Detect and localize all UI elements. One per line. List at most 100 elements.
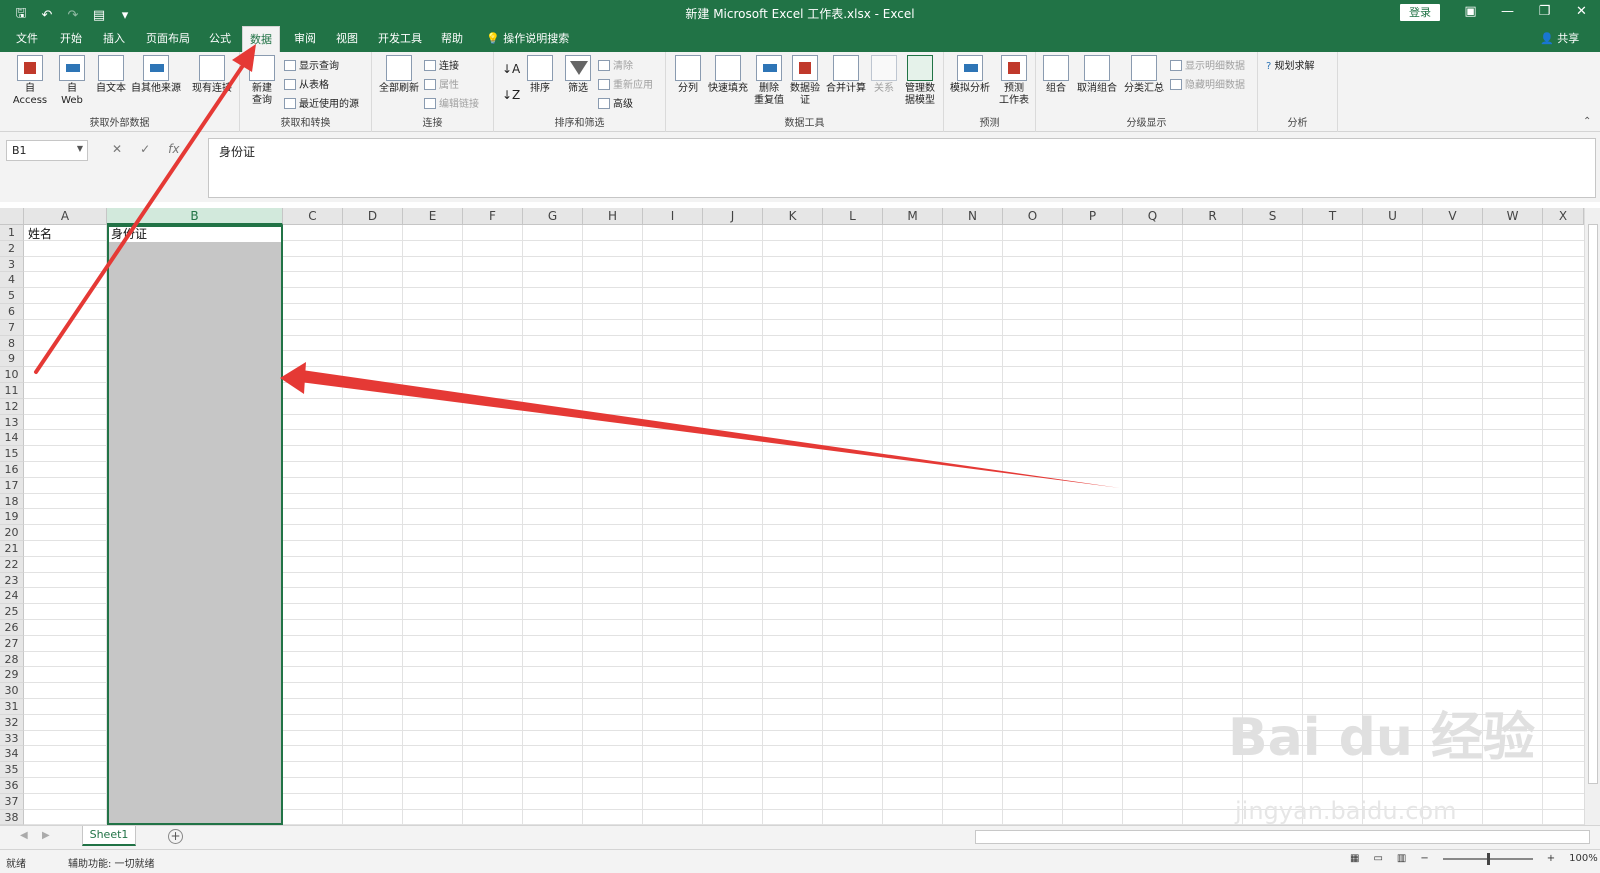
row-header-35[interactable]: 35 [0,762,24,778]
tab-data[interactable]: 数据 [242,26,280,52]
tab-file[interactable]: 文件 [14,26,40,52]
enter-icon[interactable]: ✓ [140,142,150,156]
from-web-button[interactable]: 自 Web [56,55,88,107]
row-header-15[interactable]: 15 [0,446,24,462]
data-validation-button[interactable]: 数据验 证 [788,55,822,107]
reapply-button[interactable]: 重新应用 [598,76,653,91]
row-header-38[interactable]: 38 [0,809,24,825]
row-header-7[interactable]: 7 [0,319,24,336]
row-header-9[interactable]: 9 [0,351,24,368]
column-header-s[interactable]: S [1243,208,1303,225]
existing-connections-button[interactable]: 现有连接 [188,55,236,95]
column-header-g[interactable]: G [523,208,583,225]
row-header-19[interactable]: 19 [0,509,24,526]
forecast-sheet-button[interactable]: 预测 工作表 [996,55,1032,107]
from-table-button[interactable]: 从表格 [284,76,329,91]
row-header-27[interactable]: 27 [0,635,24,652]
row-header-21[interactable]: 21 [0,541,24,557]
column-header-x[interactable]: X [1543,208,1584,225]
ribbon-display-icon[interactable]: ▣ [1452,0,1489,26]
what-if-analysis-button[interactable]: 模拟分析 [946,55,994,95]
column-header-t[interactable]: T [1303,208,1363,225]
cell-b1[interactable]: 身份证 [111,226,147,242]
row-header-31[interactable]: 31 [0,699,24,715]
row-header-3[interactable]: 3 [0,256,24,273]
flash-fill-button[interactable]: 快速填充 [706,55,750,95]
text-to-columns-button[interactable]: 分列 [672,55,704,95]
column-header-w[interactable]: W [1483,208,1543,225]
sort-button[interactable]: 排序 [522,55,558,95]
vertical-scrollbar[interactable] [1584,208,1600,825]
column-header-o[interactable]: O [1003,208,1063,225]
relationships-button[interactable]: 关系 [870,55,898,95]
row-header-18[interactable]: 18 [0,493,24,510]
share-button[interactable]: 👤 共享 [1540,26,1579,52]
row-header-24[interactable]: 24 [0,588,24,605]
hide-detail-button[interactable]: 隐藏明细数据 [1170,76,1245,91]
column-header-n[interactable]: N [943,208,1003,225]
column-header-j[interactable]: J [703,208,763,225]
cell-a1[interactable]: 姓名 [28,226,52,242]
row-header-20[interactable]: 20 [0,525,24,541]
row-header-1[interactable]: 1 [0,225,24,241]
solver-button[interactable]: ? 规划求解 [1266,57,1315,72]
add-sheet-icon[interactable]: + [168,829,183,844]
minimize-icon[interactable]: — [1489,0,1526,26]
tell-me-search[interactable]: 💡 操作说明搜索 [484,26,571,52]
show-queries-button[interactable]: 显示查询 [284,57,339,72]
column-header-f[interactable]: F [463,208,523,225]
insert-function-icon[interactable]: fx [168,142,179,156]
collapse-ribbon-icon[interactable]: ⌃ [1583,116,1591,127]
formula-input[interactable]: 身份证 [208,138,1596,198]
column-header-c[interactable]: C [283,208,343,225]
row-header-10[interactable]: 10 [0,367,24,383]
consolidate-button[interactable]: 合并计算 [824,55,868,95]
edit-links-button[interactable]: 编辑链接 [424,95,479,110]
sort-descending-icon[interactable]: ↓Z [502,88,520,102]
column-header-h[interactable]: H [583,208,643,225]
manage-data-model-button[interactable]: 管理数 据模型 [900,55,940,107]
row-header-4[interactable]: 4 [0,272,24,289]
row-header-16[interactable]: 16 [0,462,24,478]
from-other-sources-button[interactable]: 自其他来源 [128,55,184,95]
column-header-b[interactable]: B [107,208,283,225]
row-header-2[interactable]: 2 [0,240,24,257]
tab-home[interactable]: 开始 [58,26,84,52]
remove-duplicates-button[interactable]: 删除 重复值 [752,55,786,107]
column-header-i[interactable]: I [643,208,703,225]
row-header-29[interactable]: 29 [0,667,24,684]
row-header-33[interactable]: 33 [0,730,24,747]
column-header-u[interactable]: U [1363,208,1423,225]
ungroup-button[interactable]: 取消组合 [1074,55,1120,95]
normal-view-icon[interactable]: ▦ [1350,853,1359,864]
recent-sources-button[interactable]: 最近使用的源 [284,95,359,110]
row-header-8[interactable]: 8 [0,335,24,352]
row-header-14[interactable]: 14 [0,430,24,447]
prev-sheet-icon[interactable]: ◀ [20,830,28,841]
tab-view[interactable]: 视图 [334,26,360,52]
refresh-all-button[interactable]: 全部刷新 [378,55,420,95]
sort-ascending-icon[interactable]: ↓A [502,62,520,76]
zoom-slider[interactable] [1442,852,1533,865]
cancel-icon[interactable]: ✕ [112,142,122,156]
row-header-22[interactable]: 22 [0,556,24,573]
column-header-q[interactable]: Q [1123,208,1183,225]
tab-insert[interactable]: 插入 [101,26,127,52]
sheet-tab-sheet1[interactable]: Sheet1 [82,826,136,846]
row-header-13[interactable]: 13 [0,414,24,431]
tab-review[interactable]: 审阅 [292,26,318,52]
row-header-26[interactable]: 26 [0,620,24,636]
clear-filter-button[interactable]: 清除 [598,57,633,72]
tab-page-layout[interactable]: 页面布局 [144,26,192,52]
row-header-17[interactable]: 17 [0,477,24,494]
row-header-30[interactable]: 30 [0,683,24,699]
row-header-37[interactable]: 37 [0,793,24,810]
row-header-34[interactable]: 34 [0,746,24,763]
scroll-thumb[interactable] [1588,224,1598,784]
name-box[interactable]: B1 ▼ [6,140,88,161]
chevron-down-icon[interactable]: ▼ [77,144,83,153]
column-header-k[interactable]: K [763,208,823,225]
restore-icon[interactable]: ❐ [1526,0,1563,26]
filter-button[interactable]: 筛选 [560,55,596,95]
row-header-25[interactable]: 25 [0,604,24,620]
